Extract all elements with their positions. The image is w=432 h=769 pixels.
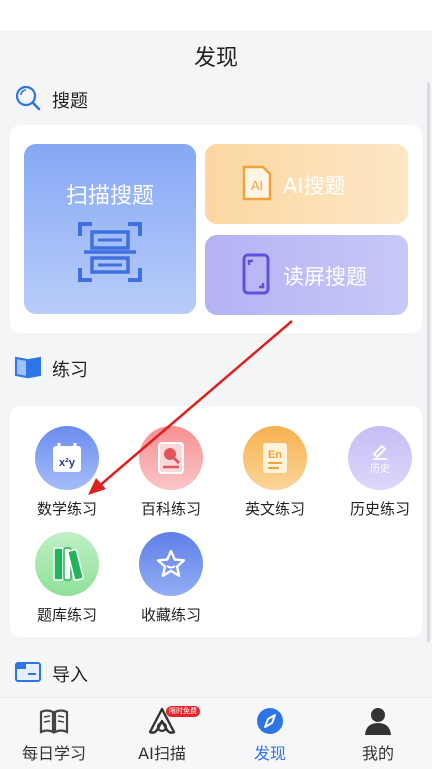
history-icon: 历史 xyxy=(348,426,412,490)
person-icon xyxy=(362,706,394,736)
ai-search-button[interactable]: AI AI搜题 xyxy=(205,144,408,224)
import-card-icon xyxy=(14,660,42,688)
practice-item-label: 数学练习 xyxy=(36,500,97,518)
practice-item-question-bank[interactable]: 题库练习 xyxy=(17,532,117,625)
scrollbar[interactable] xyxy=(427,82,430,642)
svg-text:AI: AI xyxy=(251,178,263,193)
import-section-title: 导入 xyxy=(52,665,88,686)
practice-item-label: 题库练习 xyxy=(36,606,97,624)
practice-item-label: 百科练习 xyxy=(140,500,201,518)
practice-section-header: 练习 xyxy=(14,354,88,384)
svg-text:En: En xyxy=(268,449,282,461)
read-screen-search-button[interactable]: 读屏搜题 xyxy=(205,235,408,315)
tab-daily-study[interactable]: 每日学习 xyxy=(0,698,108,769)
book-icon xyxy=(38,706,70,736)
page-title: 发现 xyxy=(193,46,238,71)
scan-search-label: 扫描搜题 xyxy=(65,184,154,209)
svg-text:历史: 历史 xyxy=(370,463,390,475)
question-bank-icon xyxy=(35,532,99,596)
tab-label: 我的 xyxy=(361,744,394,763)
practice-item-math[interactable]: x²y 数学练习 xyxy=(17,426,117,519)
ai-document-icon: AI xyxy=(241,164,273,206)
read-screen-search-label: 读屏搜题 xyxy=(283,265,367,289)
bottom-tab-bar: 每日学习 限时免费 AI扫描 发现 我的 xyxy=(0,697,432,769)
practice-item-favorites[interactable]: 收藏练习 xyxy=(121,532,221,625)
import-section-header: 导入 xyxy=(14,660,88,688)
scan-search-button[interactable]: 扫描搜题 xyxy=(24,144,196,314)
practice-item-label: 历史练习 xyxy=(349,500,410,518)
english-icon: En xyxy=(243,426,307,490)
limited-free-badge: 限时免费 xyxy=(166,706,200,717)
tab-label: AI扫描 xyxy=(138,744,186,763)
practice-item-history[interactable]: 历史 历史练习 xyxy=(330,426,430,519)
favorites-icon xyxy=(139,532,203,596)
status-area xyxy=(0,0,432,30)
open-book-icon xyxy=(14,354,42,384)
tab-label: 发现 xyxy=(253,744,286,763)
practice-section-title: 练习 xyxy=(52,360,88,381)
practice-item-label: 英文练习 xyxy=(244,500,305,518)
phone-screen-icon xyxy=(241,253,271,299)
tab-ai-scan[interactable]: 限时免费 AI扫描 xyxy=(108,698,216,769)
search-icon xyxy=(14,84,42,116)
practice-item-english[interactable]: En 英文练习 xyxy=(225,426,325,519)
search-section-title: 搜题 xyxy=(52,91,88,112)
tab-label: 每日学习 xyxy=(21,744,86,763)
svg-text:x²y: x²y xyxy=(59,457,76,469)
encyclopedia-icon xyxy=(139,426,203,490)
search-section-header: 搜题 xyxy=(14,84,88,116)
ai-search-label: AI搜题 xyxy=(283,174,346,198)
practice-item-label: 收藏练习 xyxy=(140,606,201,624)
scan-icon xyxy=(76,220,144,288)
tab-mine[interactable]: 我的 xyxy=(324,698,432,769)
compass-icon xyxy=(254,706,286,736)
practice-item-encyclopedia[interactable]: 百科练习 xyxy=(121,426,221,519)
tab-discover[interactable]: 发现 xyxy=(216,698,324,769)
math-icon: x²y xyxy=(35,426,99,490)
